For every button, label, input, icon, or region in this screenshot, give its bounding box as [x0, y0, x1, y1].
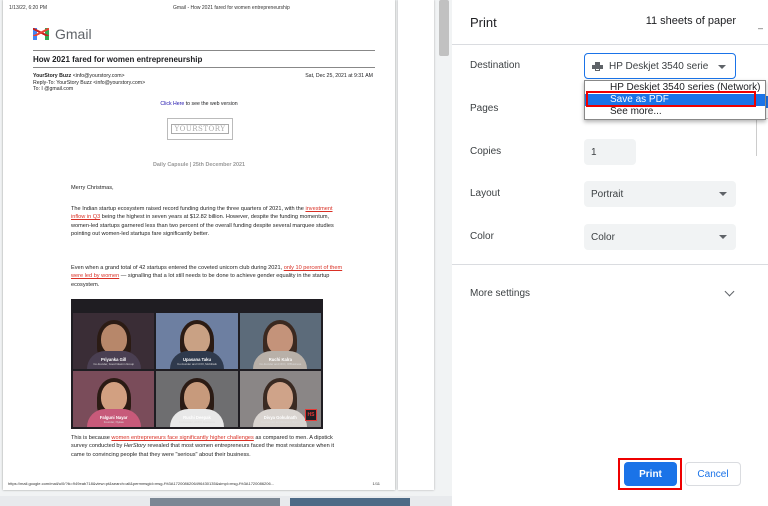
- panel-title: Print: [470, 15, 497, 30]
- caret-down-icon: [719, 235, 727, 239]
- p3-link: women entrepreneurs face significantly h…: [111, 435, 254, 441]
- photo-cell: Ruchi Kalra Co-founder and CFO, OfBusines…: [239, 313, 321, 369]
- copies-label: Copies: [470, 146, 502, 157]
- p3-italic: HerStory: [123, 443, 146, 450]
- highlight-box-save-as-pdf: [586, 91, 756, 107]
- copies-input[interactable]: 1: [584, 139, 636, 165]
- layout-label: Layout: [470, 188, 501, 199]
- scrollbar-thumb[interactable]: [439, 0, 449, 56]
- dropdown-option-see-more[interactable]: See more...: [585, 106, 765, 118]
- recipient: To: I @gmail.com: [33, 86, 74, 92]
- mail-title: How 2021 fared for women entrepreneurshi…: [33, 55, 203, 64]
- cancel-button[interactable]: Cancel: [685, 462, 741, 486]
- web-version-text: to see the web version: [184, 101, 238, 107]
- photo-cell: Priyanka Gill Co-founder, Good Glamm Grou…: [73, 313, 155, 369]
- caret-down-icon: [719, 192, 727, 196]
- page-header-datetime: 1/13/22, 6:20 PM: [9, 5, 48, 11]
- p1-text-b: being the highest in seven years at $12.…: [71, 214, 334, 238]
- daily-capsule-heading: Daily Capsule | 25th December 2021: [153, 162, 245, 168]
- sheet-count: 11 sheets of paper: [645, 15, 736, 27]
- peek-image: [150, 498, 280, 506]
- person-role: Co-founder, ACKO Insurance: [178, 420, 216, 424]
- sender-name: YourStory Buzz: [33, 73, 72, 79]
- paragraph-2: Even when a grand total of 42 startups e…: [71, 264, 343, 289]
- destination-label: Destination: [470, 60, 521, 71]
- truncated-text: –: [758, 23, 764, 33]
- yourstory-logo-text: YOURSTORY: [170, 124, 230, 134]
- highlight-box-print: [618, 458, 682, 490]
- sender-email: <info@yourstory.com>: [72, 73, 125, 79]
- photo-cell: Divya Gokulnath Co-founder and Director, …: [239, 371, 321, 427]
- photo-cell: Upasana Taku Co-founder and COO, Mobikwik: [156, 313, 238, 369]
- next-preview-page: [398, 0, 434, 490]
- color-select[interactable]: Color: [584, 224, 736, 250]
- caret-down-icon: [718, 65, 726, 69]
- preview-page: 1/13/22, 6:20 PM Gmail - How 2021 fared …: [3, 0, 395, 490]
- gmail-logo: Gmail: [33, 26, 92, 42]
- gmail-icon: [33, 28, 49, 40]
- founders-photo-collage: Priyanka Gill Co-founder, Good Glamm Grou…: [71, 299, 323, 429]
- page-footer-url: https://mail.google.com/mail/u/0/?ik=949…: [8, 481, 275, 486]
- divider: [33, 50, 375, 51]
- layout-value: Portrait: [591, 188, 624, 200]
- photo-cell: Ruchi Deepak Co-founder, ACKO Insurance: [156, 371, 238, 427]
- preview-scrollbar[interactable]: [437, 0, 451, 506]
- mail-date: Sat, Dec 25, 2021 at 9:31 AM: [305, 73, 373, 79]
- photo-cell: Falguni Nayar Founder, Nykaa: [73, 371, 155, 427]
- paragraph-3: This is because women entrepreneurs face…: [71, 434, 343, 459]
- layout-select[interactable]: Portrait: [584, 181, 736, 207]
- pages-label: Pages: [470, 103, 499, 114]
- gmail-label: Gmail: [55, 26, 92, 42]
- greeting: Merry Christmas,: [71, 185, 114, 191]
- paragraph-1: The Indian startup ecosystem raised reco…: [71, 205, 343, 239]
- page-number: 1/11: [372, 481, 381, 486]
- printer-icon: [592, 61, 603, 71]
- color-label: Color: [470, 231, 494, 242]
- p2-text-a: Even when a grand total of 42 startups e…: [71, 265, 284, 271]
- cropped-panel-edge: [756, 118, 768, 156]
- p1-text-a: The Indian startup ecosystem raised reco…: [71, 206, 306, 212]
- yourstory-logo: YOURSTORY: [167, 118, 233, 140]
- page-header-title: Gmail - How 2021 fared for women entrepr…: [173, 5, 290, 11]
- peek-image: [290, 498, 410, 506]
- print-settings-panel: Print 11 sheets of paper Destination HP …: [452, 0, 768, 506]
- web-version-line: Click Here to see the web version: [3, 101, 395, 107]
- color-value: Color: [591, 231, 615, 243]
- divider: [452, 264, 768, 265]
- divider: [33, 67, 375, 68]
- person-role: Founder, Nykaa: [103, 420, 124, 424]
- person-role: Co-founder and CFO, OfBusiness: [259, 362, 302, 366]
- person-role: Co-founder, Good Glamm Group: [93, 362, 134, 366]
- chevron-down-icon[interactable]: [724, 286, 735, 297]
- web-version-link: Click Here: [160, 101, 185, 107]
- page-footer: https://mail.google.com/mail/u/0/?ik=949…: [8, 481, 388, 486]
- destination-select[interactable]: HP Deskjet 3540 serie: [584, 53, 736, 79]
- more-settings-toggle[interactable]: More settings: [470, 288, 530, 299]
- p3-text-a: This is because: [71, 435, 112, 441]
- next-page-peek: [0, 496, 452, 506]
- destination-value: HP Deskjet 3540 serie: [609, 60, 709, 72]
- divider: [452, 44, 768, 45]
- person-role: Co-founder and COO, Mobikwik: [177, 362, 217, 366]
- mail-sender-block: YourStory Buzz <info@yourstory.com> Repl…: [33, 73, 145, 93]
- herstory-badge: HS: [305, 409, 317, 421]
